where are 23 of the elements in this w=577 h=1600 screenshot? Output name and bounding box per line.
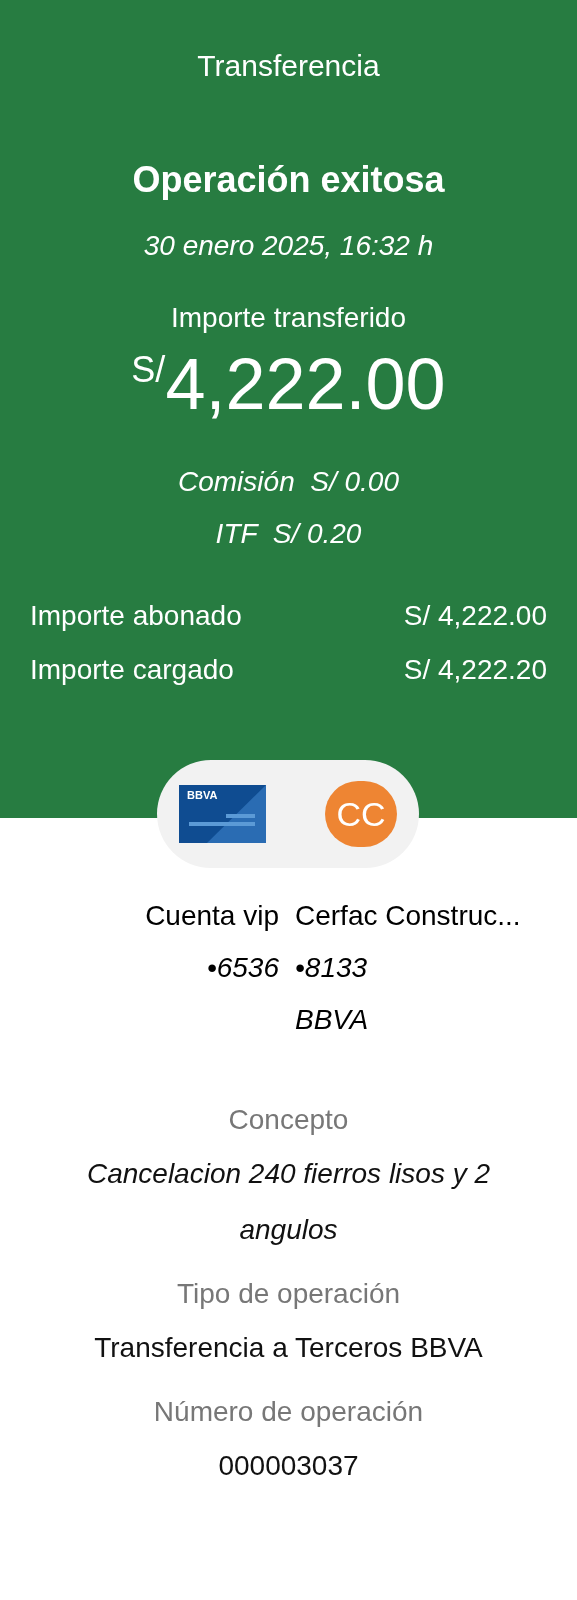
destination-account-name: Cerfac Construc...	[295, 899, 521, 933]
fee-line: Comisión S/ 0.00	[178, 465, 399, 499]
detail-value: Cancelacion 240 fierros lisos y 2 angulos	[85, 1157, 492, 1247]
detail-label: Tipo de operación	[176, 1277, 401, 1311]
detail-value: Transferencia a Terceros BBVA	[94, 1331, 483, 1365]
screen-title: Transferencia	[197, 48, 380, 84]
destination-account-number: •8133	[295, 951, 368, 985]
bank-card-icon: BBVA	[179, 785, 266, 843]
date-time: 30 enero 2025, 16:32 h	[143, 229, 434, 263]
fee-line: ITF S/ 0.20	[215, 517, 362, 551]
total-label: Importe abonado	[30, 599, 242, 633]
total-label: Importe cargado	[30, 653, 234, 687]
origin-account-number: •6536	[206, 951, 279, 985]
origin-account-name: Cuenta vip	[145, 899, 279, 933]
total-value: S/ 4,222.20	[403, 653, 547, 687]
status-title: Operación exitosa	[132, 158, 445, 202]
detail-value: 000003037	[218, 1449, 359, 1483]
total-value: S/ 4,222.00	[403, 599, 547, 633]
destination-bank: BBVA	[295, 1003, 369, 1037]
amount-label: Importe transferido	[171, 301, 406, 335]
detail-label: Número de operación	[153, 1395, 424, 1429]
avatar: CC	[325, 781, 397, 847]
detail-label: Concepto	[228, 1103, 349, 1137]
